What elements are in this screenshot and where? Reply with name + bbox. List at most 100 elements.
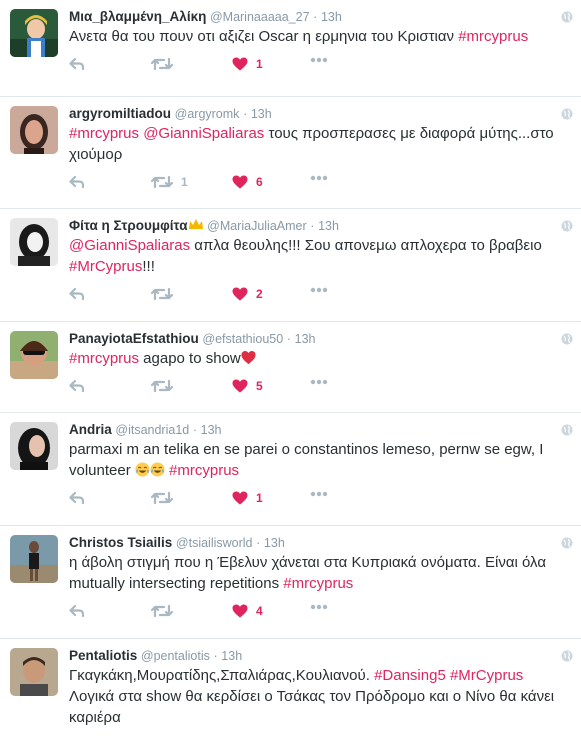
- separator-dot: ·: [286, 332, 292, 346]
- tweet[interactable]: Pentaliotis @pentaliotis · 13h Γκαγκάκη,…: [0, 639, 581, 741]
- hashtag-link[interactable]: #MrCyprus: [69, 258, 142, 275]
- more-button[interactable]: [310, 491, 328, 497]
- mention-link[interactable]: @GianniSpaliaras: [69, 237, 190, 254]
- reply-button[interactable]: [69, 175, 85, 189]
- timestamp[interactable]: 13h: [318, 219, 339, 233]
- more-button[interactable]: [310, 604, 328, 610]
- like-button[interactable]: 1: [232, 491, 263, 505]
- timestamp[interactable]: 13h: [295, 332, 316, 346]
- retweet-button[interactable]: [151, 491, 181, 505]
- tweet-text: Γκαγκάκη,Μουρατίδης,Σπαλιάρας,Κουλιανού.…: [69, 665, 569, 728]
- avatar[interactable]: [10, 106, 58, 154]
- tweet-text-run: Λογικά στα show θα κερδίσει ο Τσάκας τον…: [69, 688, 555, 726]
- avatar[interactable]: [10, 9, 58, 57]
- timestamp[interactable]: 13h: [201, 423, 222, 437]
- tears-of-joy-emoji: [135, 462, 150, 477]
- reply-button[interactable]: [69, 57, 85, 71]
- timestamp[interactable]: 13h: [251, 107, 272, 121]
- like-button[interactable]: 2: [232, 287, 263, 301]
- heart-icon: [232, 604, 248, 618]
- tweet-text: parmaxi m an telika en se parei o consta…: [69, 439, 569, 481]
- tweet-text: Ανετα θα του πουν οτι αξιζει Oscar η ερμ…: [69, 26, 569, 47]
- like-button[interactable]: 4: [232, 604, 263, 618]
- tweet[interactable]: PanayiotaEfstathiou @efstathiou50 · 13h …: [0, 322, 581, 413]
- tweet[interactable]: Christos Tsiailis @tsiailisworld · 13h η…: [0, 526, 581, 639]
- hashtag-link[interactable]: #mrcyprus: [69, 125, 139, 142]
- tweet[interactable]: Andria @itsandria1d · 13h parmaxi m an t…: [0, 413, 581, 526]
- tweet-header: Andria @itsandria1d · 13h: [69, 422, 569, 438]
- tweet[interactable]: Φίτα η Στρουμφίτα @MariaJuliaAmer · 13h …: [0, 209, 581, 322]
- avatar[interactable]: [10, 331, 58, 379]
- tweet-actions: 4: [69, 598, 569, 628]
- hashtag-link[interactable]: #mrcyprus: [169, 462, 239, 479]
- tears-of-joy-emoji: [150, 462, 165, 477]
- like-count: 1: [256, 491, 263, 505]
- retweet-icon: [151, 491, 173, 505]
- heart-icon: [232, 57, 248, 71]
- mention-link[interactable]: @GianniSpaliaras: [143, 125, 264, 142]
- username[interactable]: @pentaliotis: [141, 649, 210, 663]
- like-button[interactable]: 6: [232, 175, 263, 189]
- username[interactable]: @efstathiou50: [202, 332, 283, 346]
- timestamp[interactable]: 13h: [321, 10, 342, 24]
- tweet-header: argyromiltiadou @argyromk · 13h: [69, 106, 569, 122]
- tweet-text: η άβολη στιγμή που η Έβελυν χάνεται στα …: [69, 552, 569, 594]
- hashtag-link[interactable]: #mrcyprus: [69, 350, 139, 367]
- more-button[interactable]: [310, 287, 328, 293]
- display-name[interactable]: argyromiltiadou: [69, 106, 171, 121]
- like-count: 4: [256, 604, 263, 618]
- more-button[interactable]: [310, 379, 328, 385]
- retweet-button[interactable]: [151, 604, 181, 618]
- reply-button[interactable]: [69, 491, 85, 505]
- reply-button[interactable]: [69, 604, 85, 618]
- display-name[interactable]: PanayiotaEfstathiou: [69, 331, 199, 346]
- more-button[interactable]: [310, 175, 328, 181]
- globe-icon: [561, 220, 573, 232]
- hashtag-link[interactable]: #mrcyprus: [283, 575, 353, 592]
- username[interactable]: @Marinaaaaa_27: [210, 10, 310, 24]
- reply-icon: [69, 491, 85, 505]
- like-button[interactable]: 5: [232, 379, 263, 393]
- retweet-button[interactable]: [151, 379, 181, 393]
- more-icon: [310, 175, 328, 181]
- display-name[interactable]: Pentaliotis: [69, 648, 137, 663]
- timestamp[interactable]: 13h: [264, 536, 285, 550]
- display-name[interactable]: Andria: [69, 422, 112, 437]
- reply-icon: [69, 604, 85, 618]
- globe-icon: [561, 537, 573, 549]
- tweet[interactable]: argyromiltiadou @argyromk · 13h #mrcypru…: [0, 97, 581, 209]
- like-count: 5: [256, 379, 263, 393]
- tweet-text-run: !!!: [142, 258, 155, 275]
- retweet-button[interactable]: [151, 287, 181, 301]
- reply-button[interactable]: [69, 287, 85, 301]
- avatar[interactable]: [10, 422, 58, 470]
- retweet-icon: [151, 604, 173, 618]
- like-count: 1: [256, 57, 263, 71]
- reply-icon: [69, 287, 85, 301]
- globe-icon: [561, 108, 573, 120]
- retweet-button[interactable]: [151, 57, 181, 71]
- more-icon: [310, 57, 328, 63]
- tweet-actions: 1: [69, 485, 569, 515]
- avatar[interactable]: [10, 535, 58, 583]
- timestamp[interactable]: 13h: [221, 649, 242, 663]
- tweet[interactable]: Μια_βλαμμένη_Αλίκη @Marinaaaaa_27 · 13h …: [0, 0, 581, 97]
- display-name[interactable]: Christos Tsiailis: [69, 535, 172, 550]
- reply-button[interactable]: [69, 379, 85, 393]
- username[interactable]: @itsandria1d: [115, 423, 189, 437]
- avatar[interactable]: [10, 218, 58, 266]
- display-name[interactable]: Μια_βλαμμένη_Αλίκη: [69, 9, 206, 24]
- display-name[interactable]: Φίτα η Στρουμφίτα: [69, 218, 188, 233]
- username[interactable]: @MariaJuliaAmer: [207, 219, 307, 233]
- retweet-button[interactable]: 1: [151, 175, 188, 189]
- username[interactable]: @tsiailisworld: [176, 536, 253, 550]
- globe-icon: [561, 11, 573, 23]
- hashtag-link[interactable]: #mrcyprus: [458, 28, 528, 45]
- username[interactable]: @argyromk: [175, 107, 240, 121]
- hashtag-link[interactable]: #MrCyprus: [450, 667, 523, 684]
- like-button[interactable]: 1: [232, 57, 263, 71]
- tweet-feed: Μια_βλαμμένη_Αλίκη @Marinaaaaa_27 · 13h …: [0, 0, 581, 741]
- hashtag-link[interactable]: #Dansing5: [374, 667, 446, 684]
- avatar[interactable]: [10, 648, 58, 696]
- more-button[interactable]: [310, 57, 328, 63]
